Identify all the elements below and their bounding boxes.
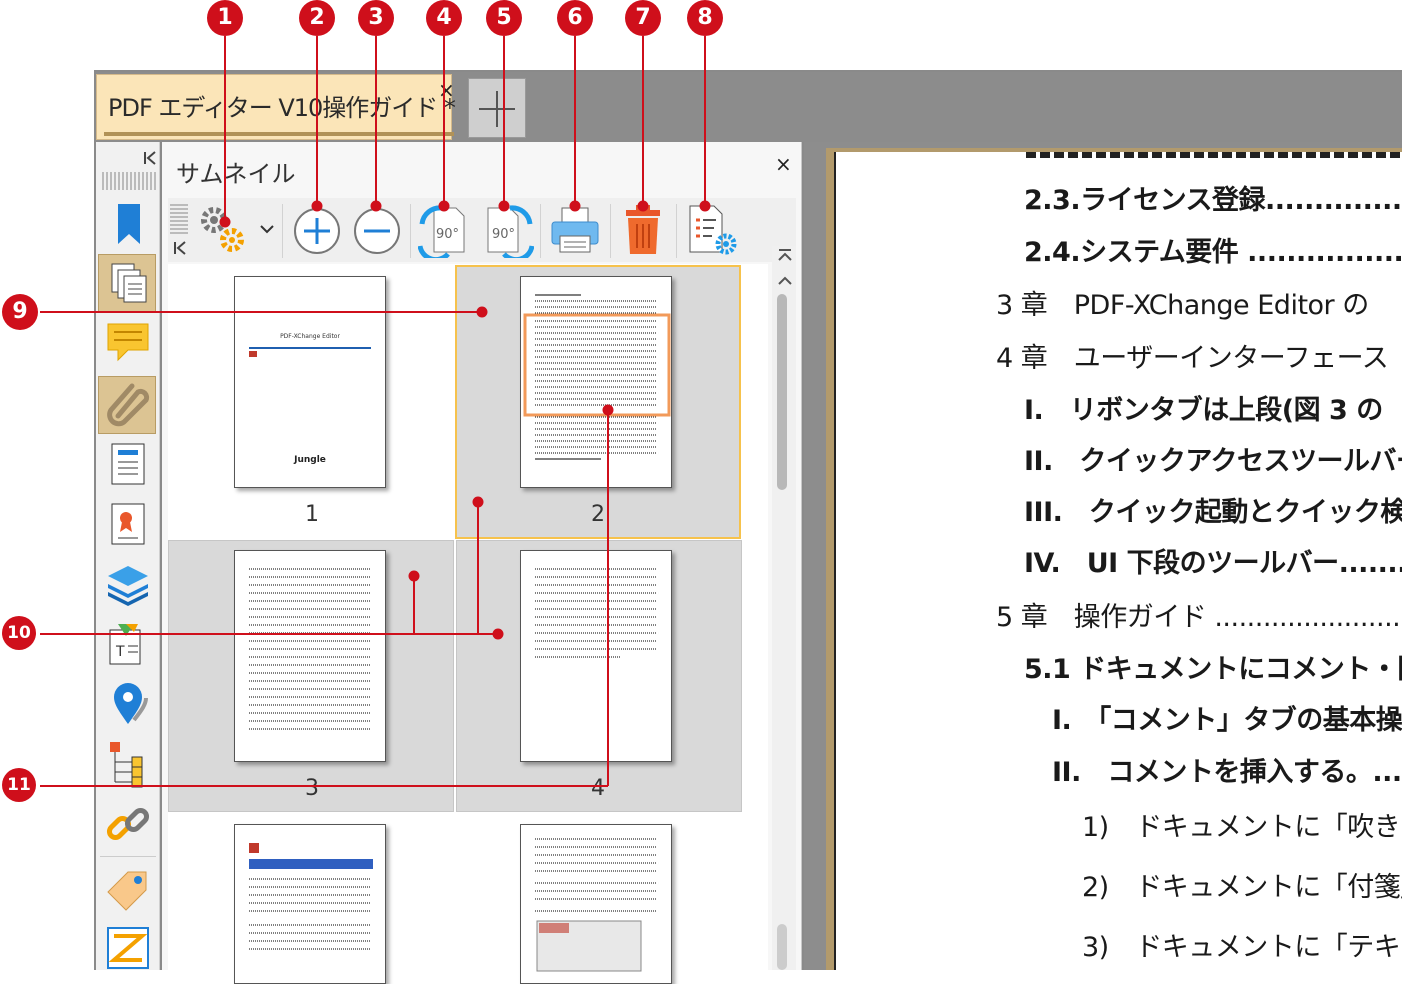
callout-badge-4: 4 (426, 0, 462, 36)
callout-badge-10: 10 (2, 616, 36, 650)
callout-lines (40, 36, 711, 787)
callout-badge-2: 2 (299, 0, 335, 36)
callout-badge-7: 7 (625, 0, 661, 36)
callout-badge-3: 3 (358, 0, 394, 36)
callout-badge-8: 8 (687, 0, 723, 36)
callout-badge-9: 9 (2, 294, 38, 330)
callout-badge-1: 1 (207, 0, 243, 36)
callout-badge-5: 5 (486, 0, 522, 36)
callout-badge-6: 6 (557, 0, 593, 36)
callout-badge-11: 11 (2, 768, 36, 802)
